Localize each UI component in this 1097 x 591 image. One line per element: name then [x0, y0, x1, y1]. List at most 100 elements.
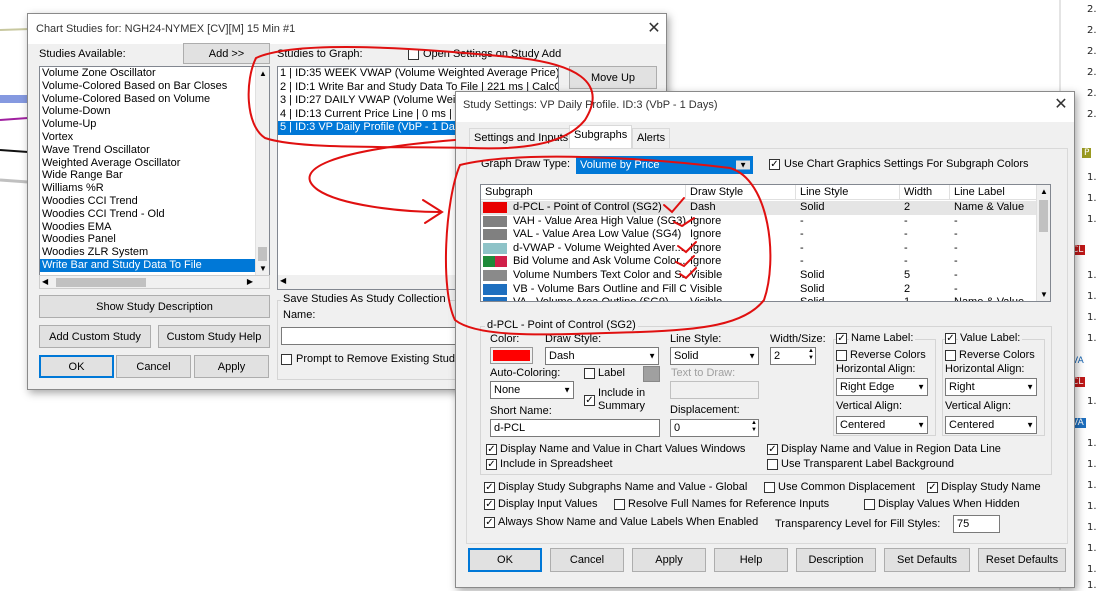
subgraph-color-swatch[interactable] [483, 202, 507, 213]
transparency-input[interactable]: 75 [953, 515, 1000, 533]
move-up-button[interactable]: Move Up [569, 66, 657, 89]
use-chart-graphics-checkbox[interactable]: ✓ [769, 159, 780, 170]
set-defaults-button[interactable]: Set Defaults [884, 548, 970, 572]
list-hscrollbar[interactable]: ◀ ▶ [39, 275, 270, 289]
list-item[interactable]: Wave Trend Oscillator [40, 144, 269, 157]
transparent-bg-checkbox[interactable] [767, 459, 778, 470]
collection-name-input[interactable] [281, 327, 481, 345]
subgraph-color-swatch[interactable] [483, 256, 507, 268]
col-header-subgraph[interactable]: Subgraph [481, 185, 686, 200]
table-row[interactable]: VB - Volume Bars Outline and Fill C... Vi… [481, 283, 1046, 297]
table-row[interactable]: d-VWAP - Volume Weighted Aver... Ignore - -… [481, 242, 1046, 256]
add-study-button[interactable]: Add >> [183, 43, 270, 64]
table-row[interactable]: VAL - Value Area Low Value (SG4) Ignore - -… [481, 228, 1046, 242]
ok-button[interactable]: OK [39, 355, 114, 378]
list-item[interactable]: Vortex [40, 131, 269, 144]
list-item[interactable]: Write Bar and Study Data To File [40, 258, 269, 272]
name-label-checkbox[interactable]: ✓ [836, 333, 847, 344]
subgraph-color-swatch[interactable] [483, 242, 507, 254]
display-global-checkbox[interactable]: ✓ [484, 482, 495, 493]
value-reverse-colors-checkbox[interactable] [945, 350, 956, 361]
draw-style-select[interactable]: Dash ▼ [545, 347, 659, 365]
subgraph-color-swatch[interactable] [483, 283, 507, 295]
tab-subgraphs[interactable]: Subgraphs [569, 125, 633, 149]
list-item[interactable]: 1 | ID:35 WEEK VWAP (Volume Weighted Ave… [278, 67, 558, 81]
displacement-spinner[interactable]: 0 ▲ ▼ [670, 419, 759, 437]
text-to-draw-input[interactable] [670, 381, 759, 399]
custom-study-help-button[interactable]: Custom Study Help [158, 325, 270, 348]
list-item[interactable]: Volume-Colored Based on Bar Closes [40, 80, 269, 93]
cancel-button[interactable]: Cancel [116, 355, 191, 378]
table-row[interactable]: VAH - Value Area High Value (SG3) Ignore -… [481, 215, 1046, 229]
tab-alerts[interactable]: Alerts [632, 128, 671, 148]
display-input-values-checkbox[interactable]: ✓ [484, 499, 495, 510]
list-item[interactable]: Volume-Colored Based on Volume [40, 93, 269, 106]
table-row[interactable]: d-PCL - Point of Control (SG2) Dash Solid 2… [481, 201, 1046, 215]
list-item[interactable]: Wide Range Bar [40, 169, 269, 182]
col-header-line-style[interactable]: Line Style [796, 185, 900, 200]
auto-coloring-select[interactable]: None ▼ [490, 381, 574, 399]
col-header-line-label[interactable]: Line Label [950, 185, 1037, 200]
always-show-labels-checkbox[interactable]: ✓ [484, 517, 495, 528]
name-h-align-select[interactable]: Right Edge ▼ [836, 378, 928, 396]
common-displacement-checkbox[interactable] [764, 482, 775, 493]
add-custom-study-button[interactable]: Add Custom Study [39, 325, 151, 348]
display-region-checkbox[interactable]: ✓ [767, 444, 778, 455]
include-spreadsheet-checkbox[interactable]: ✓ [486, 459, 497, 470]
line-style-select[interactable]: Solid ▼ [670, 347, 759, 365]
col-header-width[interactable]: Width [900, 185, 950, 200]
list-item[interactable]: Woodies Panel [40, 233, 269, 246]
help-button[interactable]: Help [714, 548, 788, 572]
label-checkbox[interactable] [584, 368, 595, 379]
name-v-align-select[interactable]: Centered ▼ [836, 416, 928, 434]
reset-defaults-button[interactable]: Reset Defaults [978, 548, 1066, 572]
list-scrollbar[interactable]: ▲ ▼ [255, 67, 269, 275]
subgraph-color-swatch[interactable] [483, 215, 507, 227]
cell-name: VAH - Value Area High Value (SG3) [513, 214, 686, 227]
table-row[interactable]: Bid Volume and Ask Volume Color... Ignore… [481, 255, 1046, 269]
name-reverse-colors-checkbox[interactable] [836, 350, 847, 361]
studies-available-list[interactable]: Volume Zone Oscillator Volume-Colored Bas… [39, 66, 270, 276]
col-header-draw-style[interactable]: Draw Style [686, 185, 796, 200]
description-button[interactable]: Description [796, 548, 876, 572]
display-values-hidden-checkbox[interactable] [864, 499, 875, 510]
cancel-button[interactable]: Cancel [550, 548, 624, 572]
subgraph-color-swatch[interactable] [483, 229, 507, 241]
include-summary-checkbox[interactable]: ✓ [584, 395, 595, 406]
list-item[interactable]: Woodies CCI Trend [40, 195, 269, 208]
grid-scrollbar[interactable]: ▲ ▼ [1036, 185, 1050, 301]
value-label-checkbox[interactable]: ✓ [945, 333, 956, 344]
list-item[interactable]: Volume-Up [40, 118, 269, 131]
value-h-align-select[interactable]: Right ▼ [945, 378, 1037, 396]
color-picker[interactable] [490, 347, 533, 364]
value-v-align-select[interactable]: Centered ▼ [945, 416, 1037, 434]
open-settings-checkbox[interactable] [408, 49, 419, 60]
close-icon[interactable]: ✕ [642, 18, 666, 40]
table-row[interactable]: VA - Volume Area Outline (SG9)VisibleSol… [481, 296, 1046, 301]
list-item[interactable]: Woodies EMA [40, 221, 269, 234]
display-chart-values-checkbox[interactable]: ✓ [486, 444, 497, 455]
list-item[interactable]: Williams %R [40, 182, 269, 195]
table-row[interactable]: Volume Numbers Text Color and S... Visibl… [481, 269, 1046, 283]
list-item[interactable]: Volume-Down [40, 105, 269, 118]
tab-settings-inputs[interactable]: Settings and Inputs [469, 128, 574, 148]
resolve-full-names-checkbox[interactable] [614, 499, 625, 510]
label-color-swatch[interactable] [643, 366, 660, 382]
subgraph-color-swatch[interactable] [483, 270, 507, 281]
prompt-remove-checkbox[interactable] [281, 354, 292, 365]
subgraph-grid[interactable]: Subgraph Draw Style Line Style Width Lin… [480, 184, 1051, 302]
list-item[interactable]: Woodies ZLR System [40, 246, 269, 259]
list-item[interactable]: Weighted Average Oscillator [40, 157, 269, 170]
list-item[interactable]: Volume Zone Oscillator [40, 67, 269, 80]
display-study-name-checkbox[interactable]: ✓ [927, 482, 938, 493]
subgraph-color-swatch[interactable] [483, 297, 507, 301]
close-icon[interactable]: ✕ [1049, 94, 1073, 116]
apply-button[interactable]: Apply [194, 355, 269, 378]
apply-button[interactable]: Apply [632, 548, 706, 572]
show-study-description-button[interactable]: Show Study Description [39, 295, 270, 318]
short-name-input[interactable]: d-PCL [490, 419, 660, 437]
ok-button[interactable]: OK [468, 548, 542, 572]
width-size-spinner[interactable]: 2 ▲ ▼ [770, 347, 816, 365]
list-item[interactable]: Woodies CCI Trend - Old [40, 208, 269, 221]
graph-draw-type-select[interactable]: Volume by Price ▼ [576, 156, 753, 174]
